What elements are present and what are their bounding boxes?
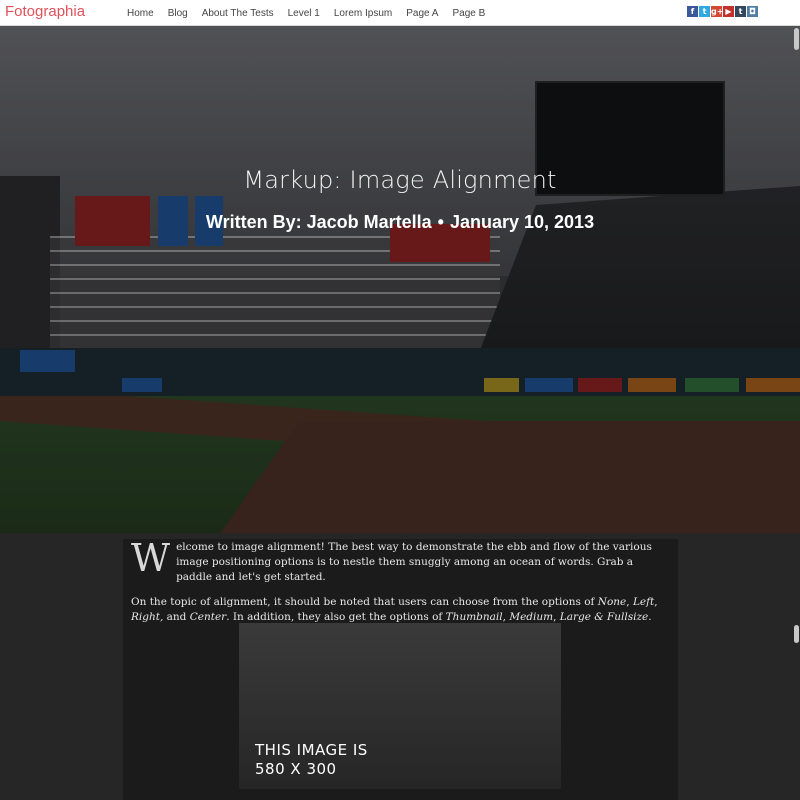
placeholder-image[interactable]: THIS IMAGE IS 580 X 300 — [239, 623, 561, 789]
nav-page-a[interactable]: Page A — [406, 8, 438, 19]
top-navigation-bar: Fotographia Home Blog About The Tests Le… — [0, 0, 800, 26]
hero-dark-overlay — [0, 26, 800, 533]
post-date[interactable]: January 10, 2013 — [450, 212, 594, 232]
byline-separator: • — [437, 212, 444, 232]
paragraph-text: and — [163, 611, 190, 623]
intro-paragraph: Welcome to image alignment! The best way… — [131, 536, 670, 585]
site-logo[interactable]: Fotographia — [5, 2, 85, 22]
drop-cap: W — [131, 536, 171, 580]
option-left: Left — [632, 596, 655, 608]
option-right: Right, — [131, 611, 164, 623]
option-thumbnail: Thumbnail — [445, 611, 503, 623]
option-center: Center — [189, 611, 227, 623]
option-none: None — [597, 596, 627, 608]
nav-blog[interactable]: Blog — [168, 8, 188, 19]
option-large-fullsize: Large & Fullsize — [559, 611, 649, 623]
nav-lorem-ipsum[interactable]: Lorem Ipsum — [334, 8, 392, 19]
paragraph-text: , — [626, 596, 633, 608]
option-medium: Medium — [509, 611, 554, 623]
youtube-icon[interactable]: ▶ — [723, 6, 734, 17]
instagram-icon[interactable]: ◘ — [747, 6, 758, 17]
nav-home[interactable]: Home — [127, 8, 154, 19]
twitter-icon[interactable]: t — [699, 6, 710, 17]
facebook-icon[interactable]: f — [687, 6, 698, 17]
post-content: Welcome to image alignment! The best way… — [123, 539, 678, 800]
nav-about-the-tests[interactable]: About The Tests — [202, 8, 274, 19]
tumblr-icon[interactable]: t — [735, 6, 746, 17]
placeholder-caption-line1: THIS IMAGE IS — [255, 741, 368, 759]
alignment-paragraph: On the topic of alignment, it should be … — [131, 595, 670, 625]
post-byline: Written By: Jacob Martella • January 10, 2… — [0, 212, 800, 233]
paragraph-text: , — [553, 611, 560, 623]
post-author[interactable]: Written By: Jacob Martella — [206, 212, 432, 232]
hero-stadium-image: Markup: Image Alignment Written By: Jaco… — [0, 26, 800, 533]
intro-text: elcome to image alignment! The best way … — [176, 541, 652, 583]
paragraph-text: , — [654, 596, 658, 608]
paragraph-text: . In addition, they also get the options… — [226, 611, 446, 623]
nav-level-1[interactable]: Level 1 — [288, 8, 320, 19]
placeholder-caption-line2: 580 X 300 — [255, 760, 337, 778]
main-menu: Home Blog About The Tests Level 1 Lorem … — [120, 0, 492, 26]
paragraph-text: . — [648, 611, 652, 623]
scrollbar-thumb[interactable] — [794, 28, 799, 50]
google-plus-icon[interactable]: g+ — [711, 6, 723, 17]
social-links: f t g+ ▶ t ◘ — [686, 6, 758, 17]
page-scrollbar[interactable] — [792, 0, 800, 800]
nav-page-b[interactable]: Page B — [452, 8, 485, 19]
paragraph-text: On the topic of alignment, it should be … — [131, 596, 598, 608]
post-title: Markup: Image Alignment — [243, 166, 557, 194]
scrollbar-thumb[interactable] — [794, 625, 799, 643]
